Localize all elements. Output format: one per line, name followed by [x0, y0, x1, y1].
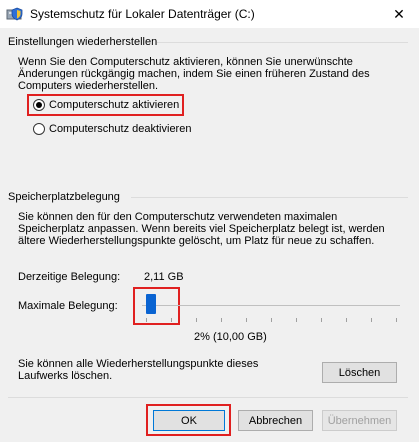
radio-deactivate-label[interactable]: Computerschutz deaktivieren — [49, 123, 191, 135]
radio-unchecked-icon[interactable] — [33, 123, 45, 135]
slider-tick — [246, 318, 247, 322]
system-protection-dialog: Systemschutz für Lokaler Datenträger (C:… — [0, 0, 419, 442]
cancel-button[interactable]: Abbrechen — [238, 410, 313, 431]
highlight-slider — [133, 287, 180, 325]
delete-description: Sie können alle Wiederherstellungspunkte… — [18, 358, 259, 382]
slider-tick — [221, 318, 222, 322]
delete-button[interactable]: Löschen — [322, 362, 397, 383]
current-usage-value: 2,11 GB — [144, 271, 184, 283]
slider-readout: 2% (10,00 GB) — [194, 331, 267, 343]
radio-activate-protection[interactable]: Computerschutz aktivieren — [33, 99, 179, 111]
slider-tick — [346, 318, 347, 322]
radio-deactivate-protection[interactable]: Computerschutz deaktivieren — [33, 123, 191, 135]
group-divider-storage — [131, 197, 408, 198]
apply-button[interactable]: Übernehmen — [322, 410, 397, 431]
window-title: Systemschutz für Lokaler Datenträger (C:… — [30, 7, 255, 21]
storage-description: Sie können den für den Computerschutz ve… — [18, 211, 385, 247]
slider-tick — [296, 318, 297, 322]
max-usage-slider-thumb[interactable] — [146, 294, 156, 314]
close-button[interactable]: ✕ — [379, 0, 419, 28]
slider-tick — [196, 318, 197, 322]
slider-tick — [371, 318, 372, 322]
slider-track[interactable] — [142, 305, 400, 306]
slider-tick — [396, 318, 397, 322]
radio-checked-icon[interactable] — [33, 99, 45, 111]
drive-shield-icon — [6, 7, 23, 21]
restore-description: Wenn Sie den Computerschutz aktivieren, … — [18, 56, 370, 92]
close-icon: ✕ — [393, 5, 405, 22]
slider-tick — [146, 318, 147, 322]
restore-group-label: Einstellungen wiederherstellen — [8, 36, 158, 48]
current-usage-label: Derzeitige Belegung: — [18, 271, 121, 283]
title-bar: Systemschutz für Lokaler Datenträger (C:… — [0, 0, 419, 28]
slider-tick — [171, 318, 172, 322]
group-divider-restore — [150, 42, 408, 43]
radio-activate-label[interactable]: Computerschutz aktivieren — [49, 99, 179, 111]
footer-divider — [8, 397, 408, 398]
storage-group-label: Speicherplatzbelegung — [8, 191, 120, 203]
slider-tick — [271, 318, 272, 322]
ok-button[interactable]: OK — [153, 410, 225, 431]
max-usage-label: Maximale Belegung: — [18, 300, 118, 312]
slider-tick — [321, 318, 322, 322]
